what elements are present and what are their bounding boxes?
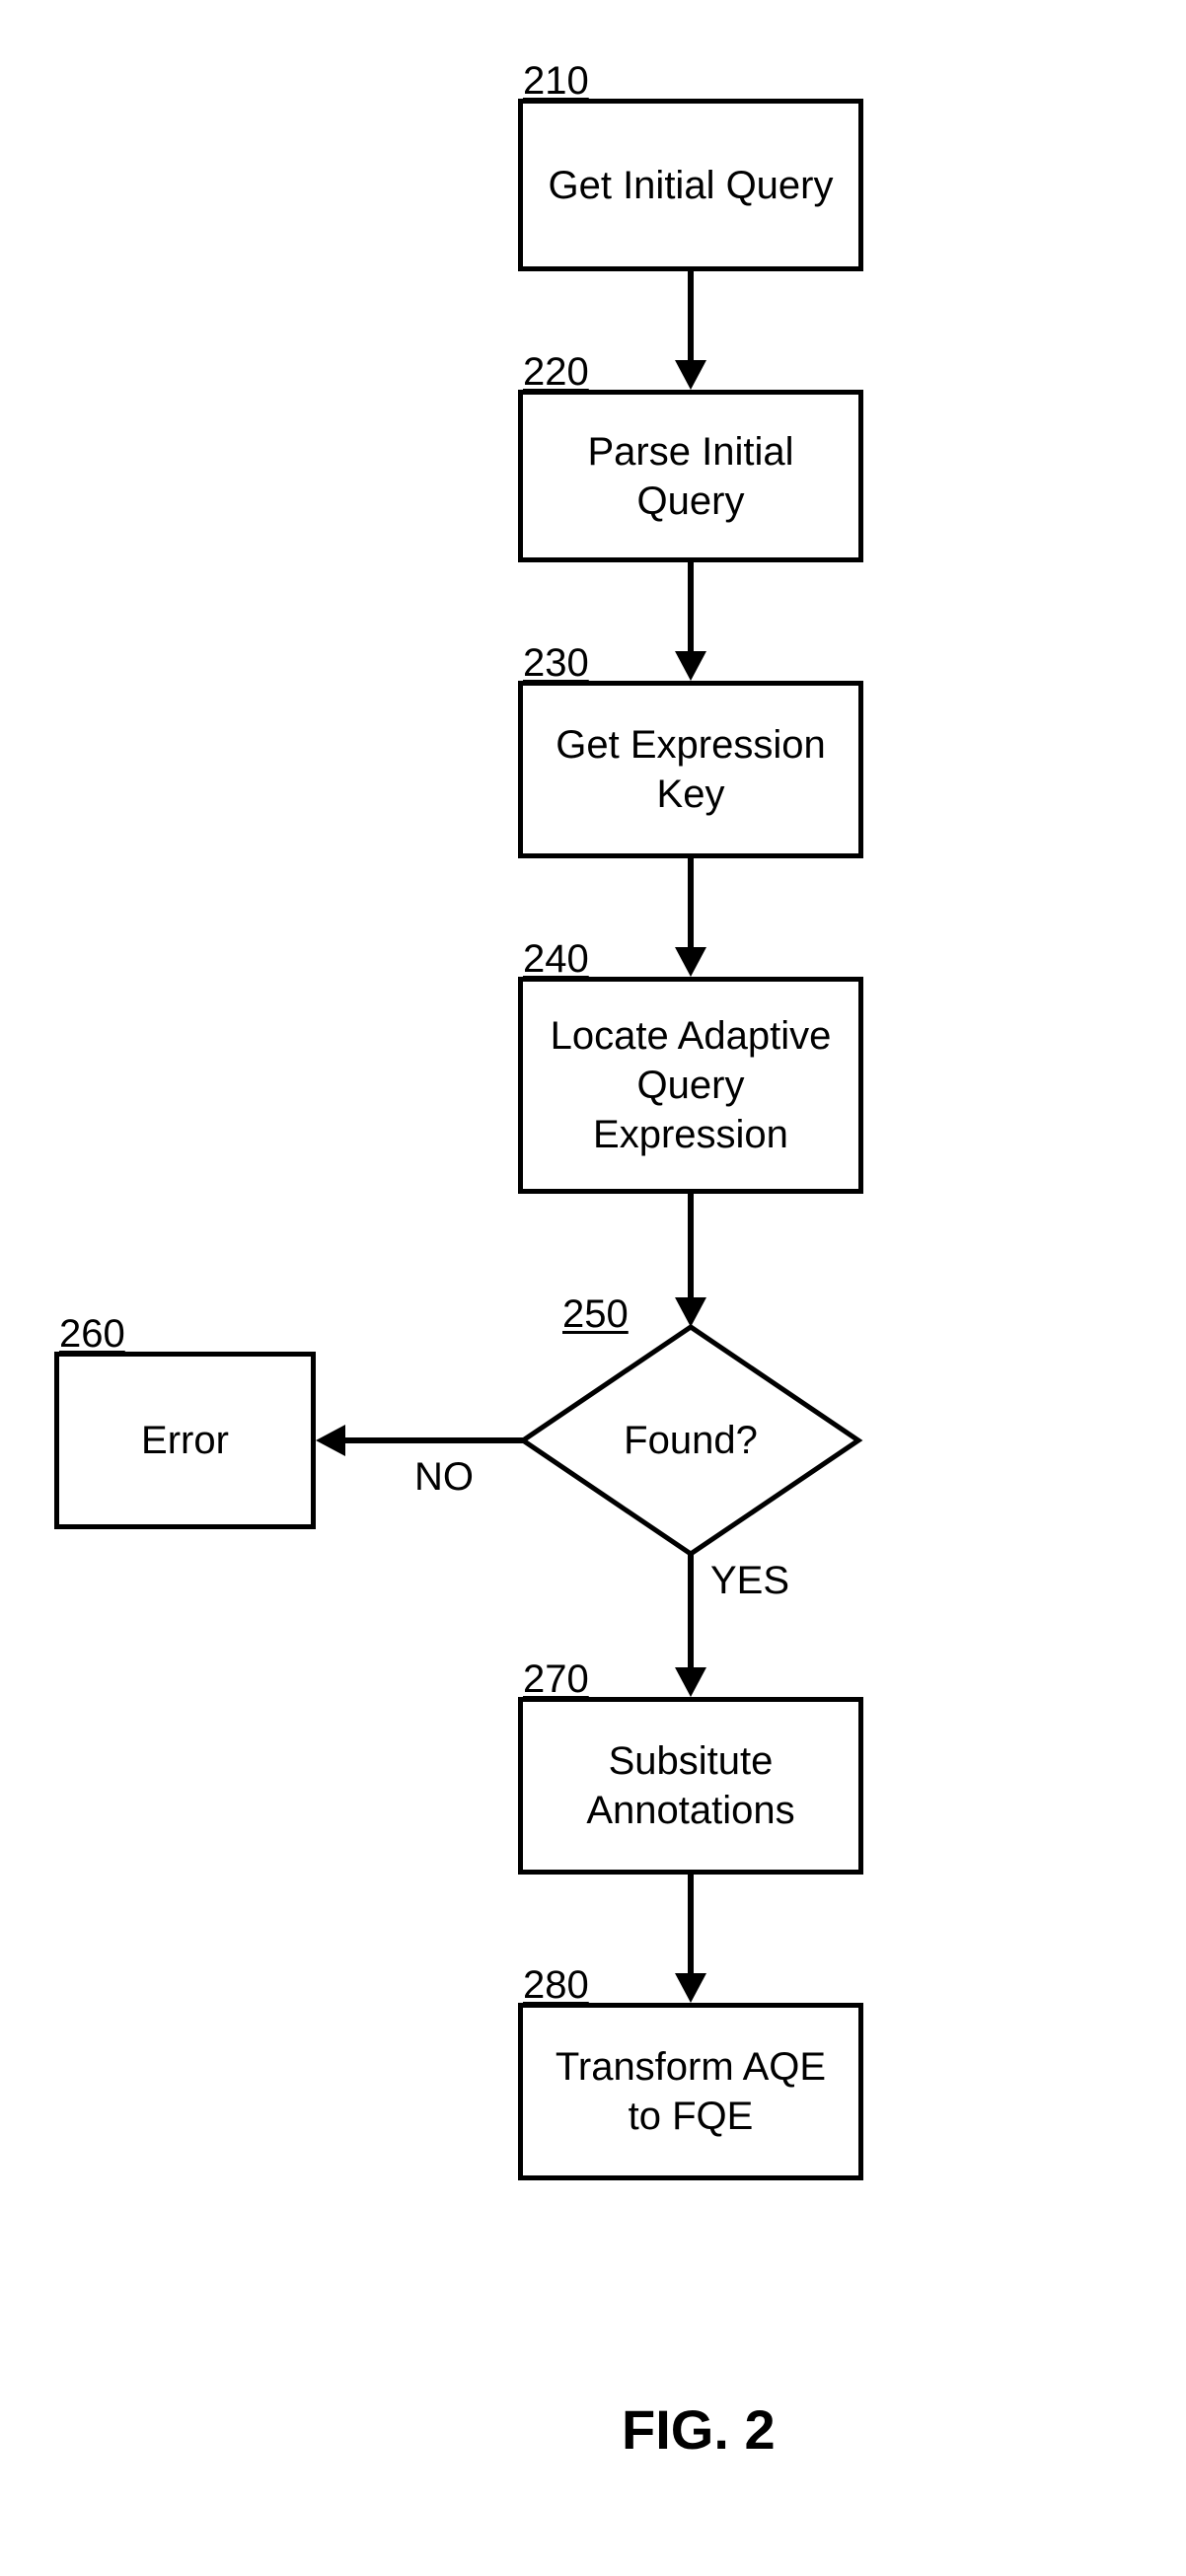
node-250-num: 250 [562, 1292, 629, 1337]
node-240: Locate Adaptive Query Expression [518, 977, 863, 1194]
node-240-num: 240 [523, 937, 589, 982]
node-230: Get Expression Key [518, 681, 863, 858]
arrows-layer [0, 0, 1186, 2576]
node-270-num: 270 [523, 1657, 589, 1702]
flowchart-canvas: 210 Get Initial Query 220 Parse Initial … [0, 0, 1186, 2576]
node-210-num: 210 [523, 59, 589, 104]
node-280-label: Transform AQE to FQE [556, 2042, 826, 2141]
node-270-label: Subsitute Annotations [586, 1736, 794, 1835]
node-280-num: 280 [523, 1963, 589, 2008]
node-270: Subsitute Annotations [518, 1697, 863, 1875]
node-260-label: Error [141, 1416, 229, 1465]
node-240-label: Locate Adaptive Query Expression [551, 1011, 832, 1159]
node-220: Parse Initial Query [518, 390, 863, 562]
node-260: Error [54, 1352, 316, 1529]
edge-yes-label: YES [710, 1559, 789, 1603]
node-220-num: 220 [523, 350, 589, 395]
node-230-num: 230 [523, 641, 589, 686]
node-210-label: Get Initial Query [548, 161, 833, 210]
figure-caption: FIG. 2 [622, 2397, 776, 2462]
node-220-label: Parse Initial Query [588, 427, 794, 526]
node-210: Get Initial Query [518, 99, 863, 271]
node-250-label: Found? [592, 1419, 789, 1463]
node-260-num: 260 [59, 1312, 125, 1357]
node-230-label: Get Expression Key [556, 720, 825, 819]
node-280: Transform AQE to FQE [518, 2003, 863, 2180]
edge-no-label: NO [414, 1455, 474, 1500]
